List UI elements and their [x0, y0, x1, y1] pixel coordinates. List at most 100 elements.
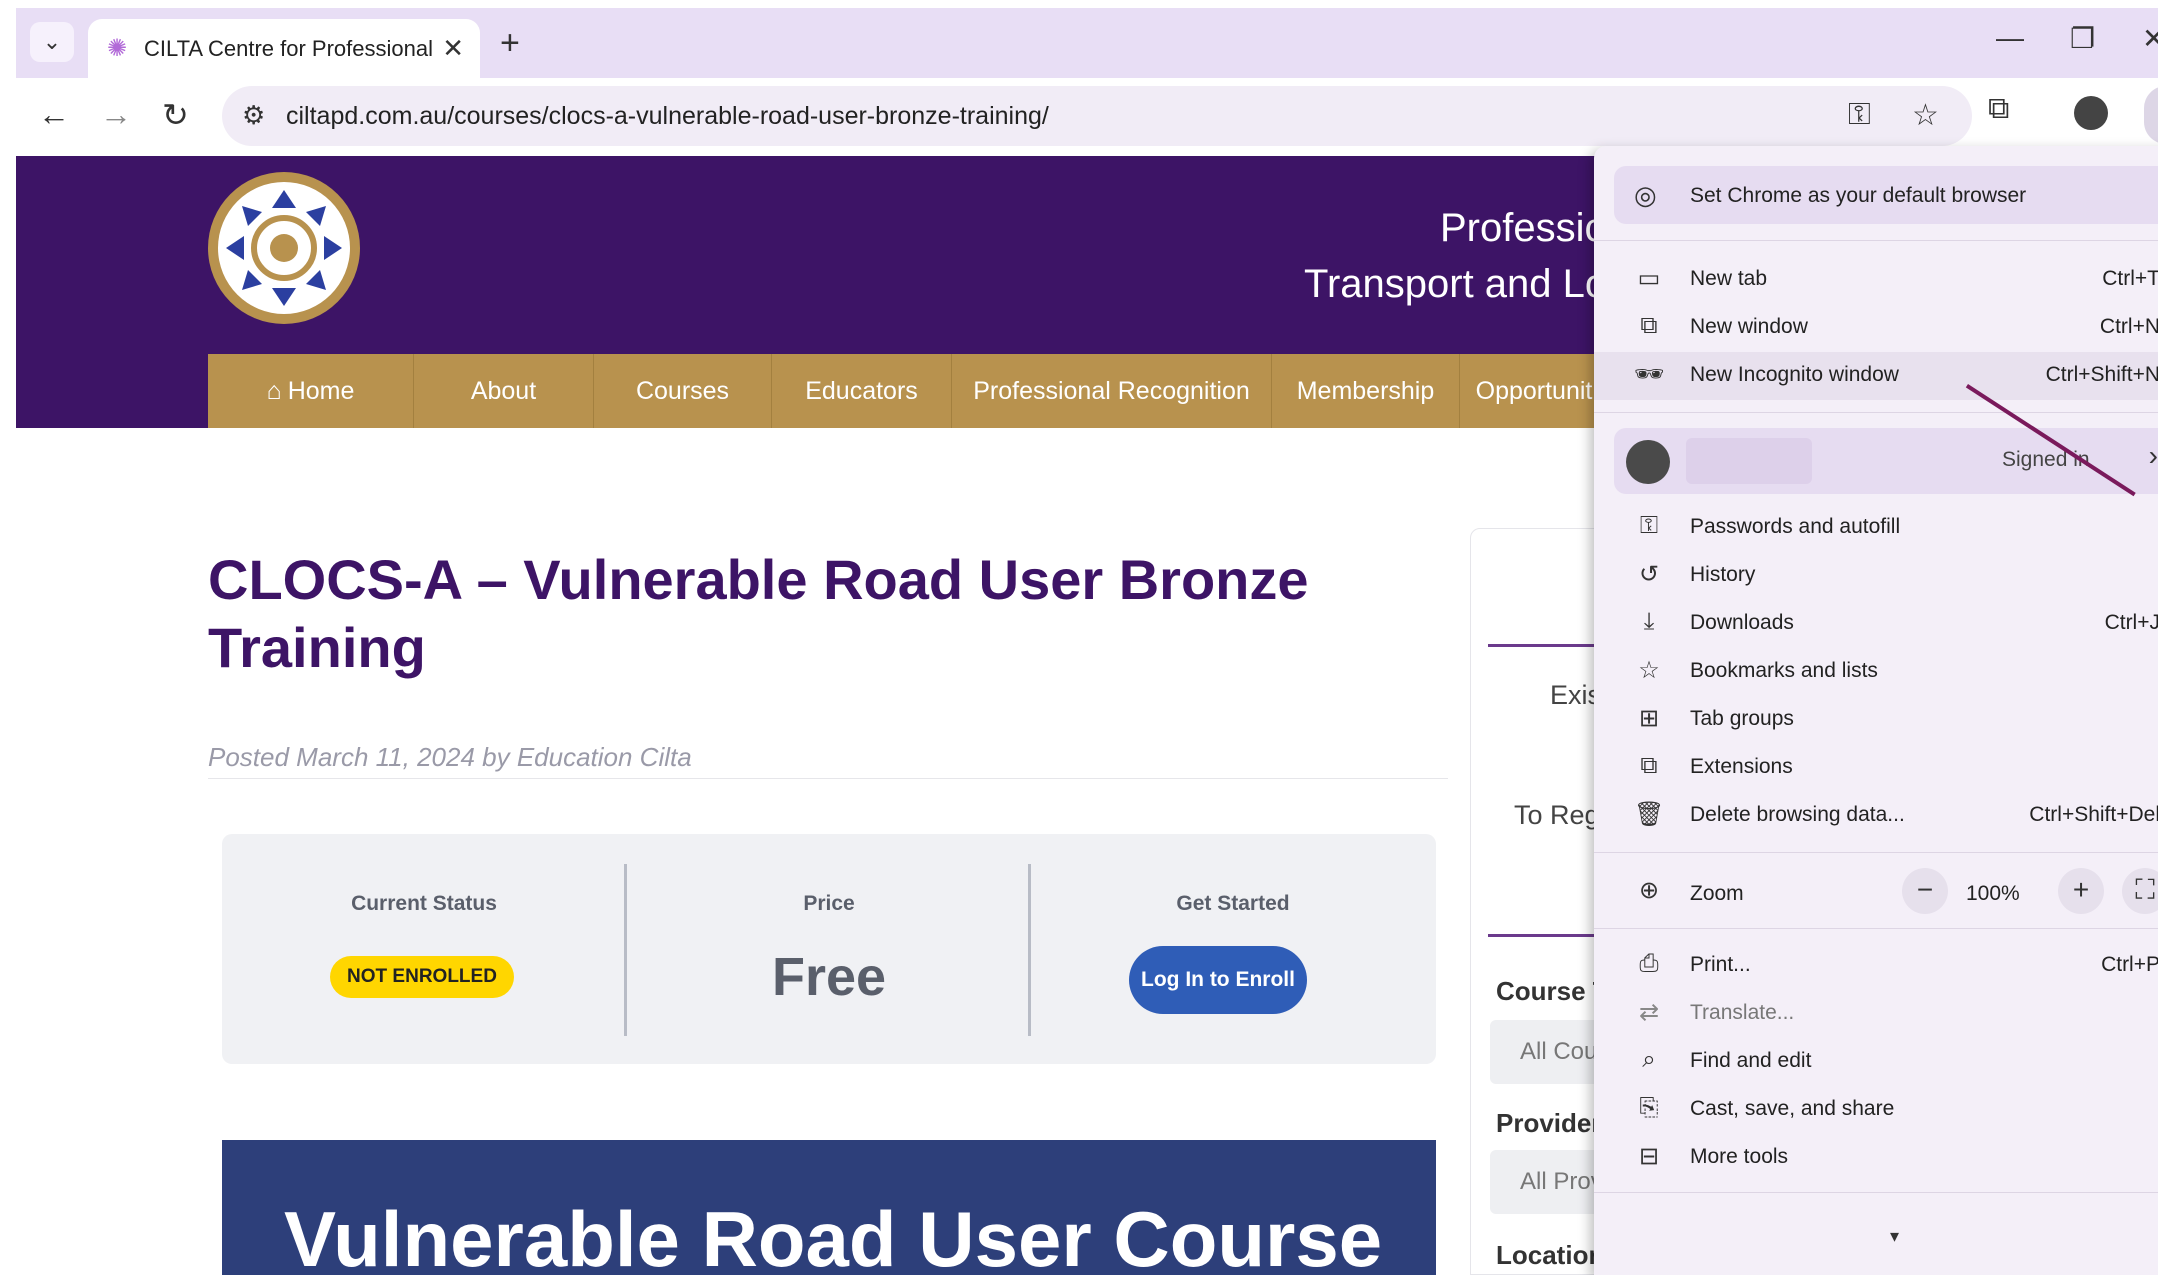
sidebar-text-register: To Reg	[1514, 800, 1600, 830]
chevron-down-icon: ⌄	[42, 29, 62, 54]
get-started-label: Get Started	[1176, 892, 1290, 915]
home-icon: ⌂	[266, 376, 282, 405]
active-tab[interactable]: ✺ CILTA Centre for Professional D ✕	[88, 19, 480, 78]
nav-courses[interactable]: Courses	[594, 354, 772, 428]
zoom-out-button[interactable]: −	[1902, 868, 1948, 914]
menu-find-edit[interactable]: ⌕ Find and edit ›	[1594, 1038, 2158, 1086]
toolbox-icon: ⊟	[1638, 1143, 1660, 1170]
nav-professional-recognition[interactable]: Professional Recognition	[952, 354, 1272, 428]
nav-opportunities[interactable]: Opportunit	[1460, 354, 1608, 428]
trash-icon: 🗑	[1634, 801, 1665, 828]
bookmark-star-icon[interactable]: ☆	[1912, 98, 1939, 133]
new-tab-icon: ▭	[1637, 265, 1661, 292]
chrome-menu: ◎ Set Chrome as your default browser ▭ N…	[1594, 146, 2158, 1275]
download-icon: ⤓	[1643, 608, 1655, 635]
menu-divider	[1594, 852, 2158, 853]
menu-zoom: ⊕ Zoom − 100% + ⛶	[1594, 862, 2158, 922]
chevron-right-icon: ›	[2148, 440, 2158, 471]
page-title: CLOCS-A – Vulnerable Road User Bronze Tr…	[208, 548, 1309, 679]
profile-avatar	[1626, 440, 1670, 484]
profile-name-redacted	[1686, 438, 1812, 484]
menu-divider	[1594, 240, 2158, 241]
menu-history[interactable]: ↺ History ›	[1594, 552, 2158, 600]
price-value: Free	[771, 947, 887, 1007]
menu-new-window[interactable]: ⧉ New window Ctrl+N	[1594, 304, 2158, 352]
current-status-column: Current Status NOT ENROLLED	[222, 834, 626, 1064]
nav-membership[interactable]: Membership	[1272, 354, 1460, 428]
menu-translate: ⇄ Translate...	[1594, 990, 2158, 1038]
location-heading: Location	[1496, 1240, 1605, 1270]
menu-new-incognito-window[interactable]: 🕶 New Incognito window Ctrl+Shift+N	[1594, 352, 2158, 400]
site-logo[interactable]	[208, 172, 360, 324]
set-default-browser-item[interactable]: ◎ Set Chrome as your default browser	[1614, 166, 2158, 224]
status-badge: NOT ENROLLED	[330, 956, 514, 998]
site-info-icon[interactable]: ⚙	[242, 100, 265, 131]
zoom-level: 100%	[1966, 882, 2020, 905]
tab-title: CILTA Centre for Professional D	[144, 35, 433, 61]
tab-strip: ⌄ ✺ CILTA Centre for Professional D ✕ + …	[16, 8, 2158, 78]
menu-downloads[interactable]: ⤓ Downloads Ctrl+J	[1594, 600, 2158, 648]
price-label: Price	[803, 892, 855, 915]
course-status-box: Current Status NOT ENROLLED Price Free G…	[222, 834, 1436, 1064]
menu-divider	[1594, 412, 2158, 413]
signed-in-label: Signed in	[2002, 448, 2090, 471]
chrome-menu-button[interactable]: ⋮	[2144, 86, 2158, 144]
menu-profile-row[interactable]: Signed in ›	[1614, 428, 2158, 494]
close-tab-icon[interactable]: ✕	[442, 33, 464, 64]
puzzle-icon: ⧉	[1640, 752, 1658, 779]
browser-toolbar: ← → ↻ ⚙ ciltapd.com.au/courses/clocs-a-v…	[16, 78, 2158, 156]
menu-passwords-autofill[interactable]: ⚿ Passwords and autofill ›	[1594, 504, 2158, 552]
star-icon: ☆	[1638, 657, 1660, 684]
extensions-puzzle-icon[interactable]: ⧉	[1988, 92, 2009, 126]
course-type-heading: Course T	[1496, 976, 1609, 1006]
menu-extensions[interactable]: ⧉ Extensions ›	[1594, 744, 2158, 792]
nav-about[interactable]: About	[414, 354, 594, 428]
banner-text: Vulnerable Road User Course	[284, 1195, 1383, 1275]
menu-bookmarks-lists[interactable]: ☆ Bookmarks and lists ›	[1594, 648, 2158, 696]
close-window-icon[interactable]: ✕	[2142, 22, 2158, 55]
menu-print[interactable]: ⎙ Print... Ctrl+P	[1594, 942, 2158, 990]
new-tab-button[interactable]: +	[500, 24, 520, 63]
menu-tab-groups[interactable]: ⊞ Tab groups ›	[1594, 696, 2158, 744]
current-status-label: Current Status	[351, 892, 497, 915]
profile-avatar[interactable]	[2074, 96, 2108, 130]
login-to-enroll-button[interactable]: Log In to Enroll	[1129, 946, 1307, 1014]
provider-heading: Provider	[1496, 1108, 1602, 1138]
chrome-logo-icon: ◎	[1634, 180, 1657, 210]
history-icon: ↺	[1638, 561, 1660, 588]
menu-new-tab[interactable]: ▭ New tab Ctrl+T	[1594, 256, 2158, 304]
site-tagline-line1: Professic	[1440, 206, 1605, 250]
zoom-in-button[interactable]: +	[2058, 868, 2104, 914]
back-arrow-icon[interactable]: ←	[38, 96, 70, 133]
tab-groups-icon: ⊞	[1638, 705, 1660, 732]
menu-divider	[1594, 928, 2158, 929]
logo-arrows-icon	[226, 190, 342, 306]
reload-icon[interactable]: ↻	[162, 96, 189, 134]
forward-arrow-icon[interactable]: →	[100, 96, 132, 133]
key-icon: ⚿	[1639, 512, 1659, 539]
main-navigation: ⌂ Home About Courses Educators Profession…	[208, 354, 1608, 428]
fullscreen-button[interactable]: ⛶	[2122, 868, 2158, 914]
price-column: Price Free	[627, 834, 1031, 1064]
printer-icon: ⎙	[1639, 950, 1659, 977]
nav-home[interactable]: ⌂ Home	[208, 354, 414, 428]
menu-cast-save-share[interactable]: ⎘ Cast, save, and share ›	[1594, 1086, 2158, 1134]
nav-educators[interactable]: Educators	[772, 354, 952, 428]
site-favicon-icon: ✺	[106, 34, 128, 62]
find-icon: ⌕	[1642, 1046, 1656, 1073]
course-banner: Vulnerable Road User Course	[222, 1140, 1436, 1275]
get-started-column: Get Started Log In to Enroll	[1031, 834, 1435, 1064]
menu-more-tools[interactable]: ⊟ More tools ›	[1594, 1134, 2158, 1182]
menu-delete-browsing-data[interactable]: 🗑 Delete browsing data... Ctrl+Shift+Del	[1594, 792, 2158, 840]
tab-search-button[interactable]: ⌄	[30, 22, 74, 62]
minimize-icon[interactable]: —	[1996, 22, 2024, 54]
zoom-icon: ⊕	[1638, 877, 1660, 904]
key-icon[interactable]: ⚿	[1848, 98, 1871, 132]
address-bar[interactable]: ⚙ ciltapd.com.au/courses/clocs-a-vulnera…	[222, 86, 1972, 146]
incognito-icon: 🕶	[1634, 361, 1665, 388]
menu-divider	[1594, 1192, 2158, 1193]
restore-icon[interactable]: ❐	[2070, 22, 2095, 55]
url-text[interactable]: ciltapd.com.au/courses/clocs-a-vulnerabl…	[286, 102, 1049, 131]
divider	[208, 778, 1448, 779]
scroll-down-caret-icon[interactable]: ▾	[1890, 1226, 1899, 1247]
